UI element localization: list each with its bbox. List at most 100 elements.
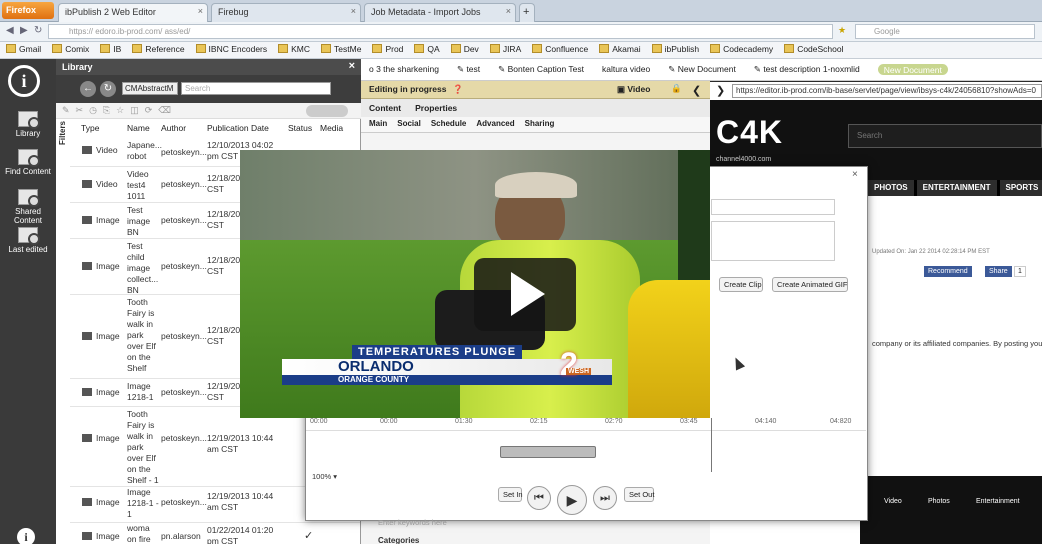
bookmark-item[interactable]: IBNC Encoders (196, 44, 268, 56)
next-arrow-icon[interactable]: ❯ (716, 84, 725, 97)
view-toggle[interactable] (306, 105, 348, 117)
bookmark-item[interactable]: Reference (132, 44, 184, 56)
doc-tab[interactable]: o 3 the sharkening (369, 64, 439, 75)
doc-tab-active[interactable]: New Document (877, 64, 948, 75)
bookmark-item[interactable]: Codecademy (710, 44, 773, 56)
cell-type: Image (82, 531, 120, 542)
keywords-input[interactable]: Enter keywords here (378, 518, 447, 527)
search-bar[interactable]: Google (855, 24, 1035, 39)
doc-tab[interactable]: kaltura video (602, 64, 650, 75)
bookmark-item[interactable]: CodeSchool (784, 44, 843, 56)
tab-main[interactable]: Main (369, 119, 387, 130)
timeline-scrubber[interactable] (500, 446, 596, 458)
bookmark-item[interactable]: Comix (52, 44, 89, 56)
site-nav: PHOTOS ENTERTAINMENT SPORTS A (868, 180, 1042, 196)
col-author[interactable]: Author (161, 123, 186, 133)
site-nav-item[interactable]: ENTERTAINMENT (916, 180, 997, 196)
create-animated-gif-button[interactable]: Create Animated GIF (772, 277, 848, 292)
bookmark-item[interactable]: Gmail (6, 44, 41, 56)
bookmark-item[interactable]: IB (100, 44, 121, 56)
back-icon[interactable]: ◀ (6, 25, 14, 36)
nav-last-edited[interactable]: Last edited (0, 227, 56, 254)
zoom-select[interactable]: 100% ▾ (312, 472, 337, 481)
bookmark-item[interactable]: QA (414, 44, 439, 56)
set-out-button[interactable]: Set Out (624, 487, 654, 502)
bookmark-item[interactable]: Confluence (532, 44, 588, 56)
footer-link[interactable]: Entertainment (976, 498, 1020, 505)
set-in-button[interactable]: Set In (498, 487, 523, 502)
bookmark-item[interactable]: KMC (278, 44, 310, 56)
footer-link[interactable]: Video (884, 498, 902, 505)
tab-sharing[interactable]: Sharing (525, 119, 555, 130)
tab-advanced[interactable]: Advanced (476, 119, 514, 130)
col-name[interactable]: Name (127, 123, 150, 133)
back-icon[interactable]: ← (80, 81, 96, 97)
bookmark-item[interactable]: Akamai (599, 44, 640, 56)
close-icon[interactable]: × (349, 60, 355, 72)
doc-tab[interactable]: ✎ Bonten Caption Test (498, 64, 584, 75)
footer-link[interactable]: Photos (928, 498, 950, 505)
bookmark-item[interactable]: TestMe (321, 44, 361, 56)
preview-url-field[interactable]: https://editor.ib-prod.com/ib-base/servl… (732, 84, 1042, 98)
tab-content[interactable]: Content (369, 103, 401, 113)
recommend-button[interactable]: Recommend (924, 266, 972, 277)
create-clip-button[interactable]: Create Clip (719, 277, 763, 292)
close-icon[interactable]: × (198, 6, 203, 16)
skip-back-icon[interactable]: ⏮ (527, 486, 551, 510)
clip-description-field[interactable] (711, 221, 835, 261)
timeline-play-icon[interactable]: ▶ (557, 485, 587, 515)
help-icon[interactable]: ❓ (453, 84, 464, 94)
doc-tab[interactable]: ✎ test (457, 64, 480, 75)
clip-title-field[interactable] (711, 199, 835, 215)
site-logo-sub: channel4000.com (716, 156, 772, 163)
nav-shared-content[interactable]: Shared Content (0, 189, 56, 225)
doc-tab[interactable]: ✎ New Document (668, 64, 736, 75)
close-icon[interactable]: × (852, 169, 858, 180)
close-icon[interactable]: × (351, 6, 356, 16)
info-icon[interactable]: i (17, 528, 35, 544)
library-title: Library (62, 62, 93, 72)
bookmark-item[interactable]: ibPublish (652, 44, 700, 56)
tab-ibpublish[interactable]: ibPublish 2 Web Editor × (58, 3, 208, 22)
screen: Firefox ibPublish 2 Web Editor × Firebug ×… (0, 0, 1042, 544)
tab-social[interactable]: Social (397, 119, 421, 130)
cell-type: Image (82, 215, 120, 226)
new-tab-button[interactable]: + (519, 3, 535, 22)
bookmark-item[interactable]: Dev (451, 44, 479, 56)
action-icons[interactable]: ✎✂◷⎘☆◫⟳⌫ (62, 105, 177, 116)
table-row[interactable]: Image woma on fire pn.alarson 01/22/2014… (70, 523, 360, 544)
col-media[interactable]: Media (320, 123, 343, 133)
tab-properties[interactable]: Properties (415, 103, 457, 113)
prev-arrow-icon[interactable]: ❮ (692, 84, 701, 97)
lock-icon[interactable]: 🔒 (671, 83, 682, 94)
col-type[interactable]: Type (81, 123, 99, 133)
col-publication-date[interactable]: Publication Date (207, 123, 269, 133)
site-search-input[interactable]: Search (848, 124, 1042, 148)
bookmark-item[interactable]: Prod (372, 44, 403, 56)
reload-icon[interactable]: ↻ (34, 25, 42, 36)
library-type-select[interactable]: CMAbstractM (122, 82, 178, 95)
tab-schedule[interactable]: Schedule (431, 119, 467, 130)
bookmark-star-icon[interactable]: ★ (838, 25, 846, 36)
library-search-input[interactable]: Search (181, 82, 331, 95)
nav-library[interactable]: Library (0, 111, 56, 138)
skip-forward-icon[interactable]: ⏭ (593, 486, 617, 510)
close-icon[interactable]: × (506, 6, 511, 16)
video-person-cap (495, 172, 577, 198)
firefox-menu-button[interactable]: Firefox (2, 2, 54, 19)
forward-icon[interactable]: ▶ (20, 25, 28, 36)
refresh-icon[interactable]: ↻ (100, 81, 116, 97)
url-bar[interactable]: https:// edoro.ib-prod.com/ ass/ed/ (48, 24, 833, 39)
share-button[interactable]: Share (985, 266, 1012, 277)
col-status[interactable]: Status (288, 123, 312, 133)
tab-job-metadata[interactable]: Job Metadata - Import Jobs × (364, 3, 516, 22)
playhead[interactable] (711, 418, 712, 472)
search-icon[interactable]: ⌕ (320, 82, 326, 93)
filters-tab[interactable]: Filters (58, 121, 70, 201)
bookmark-item[interactable]: JIRA (490, 44, 521, 56)
site-nav-item[interactable]: PHOTOS (868, 180, 914, 196)
doc-tab[interactable]: ✎ test description 1-noxmlid (754, 64, 860, 75)
tab-firebug[interactable]: Firebug × (211, 3, 361, 22)
site-nav-item[interactable]: SPORTS (999, 180, 1042, 196)
nav-find-content[interactable]: Find Content (0, 149, 56, 176)
